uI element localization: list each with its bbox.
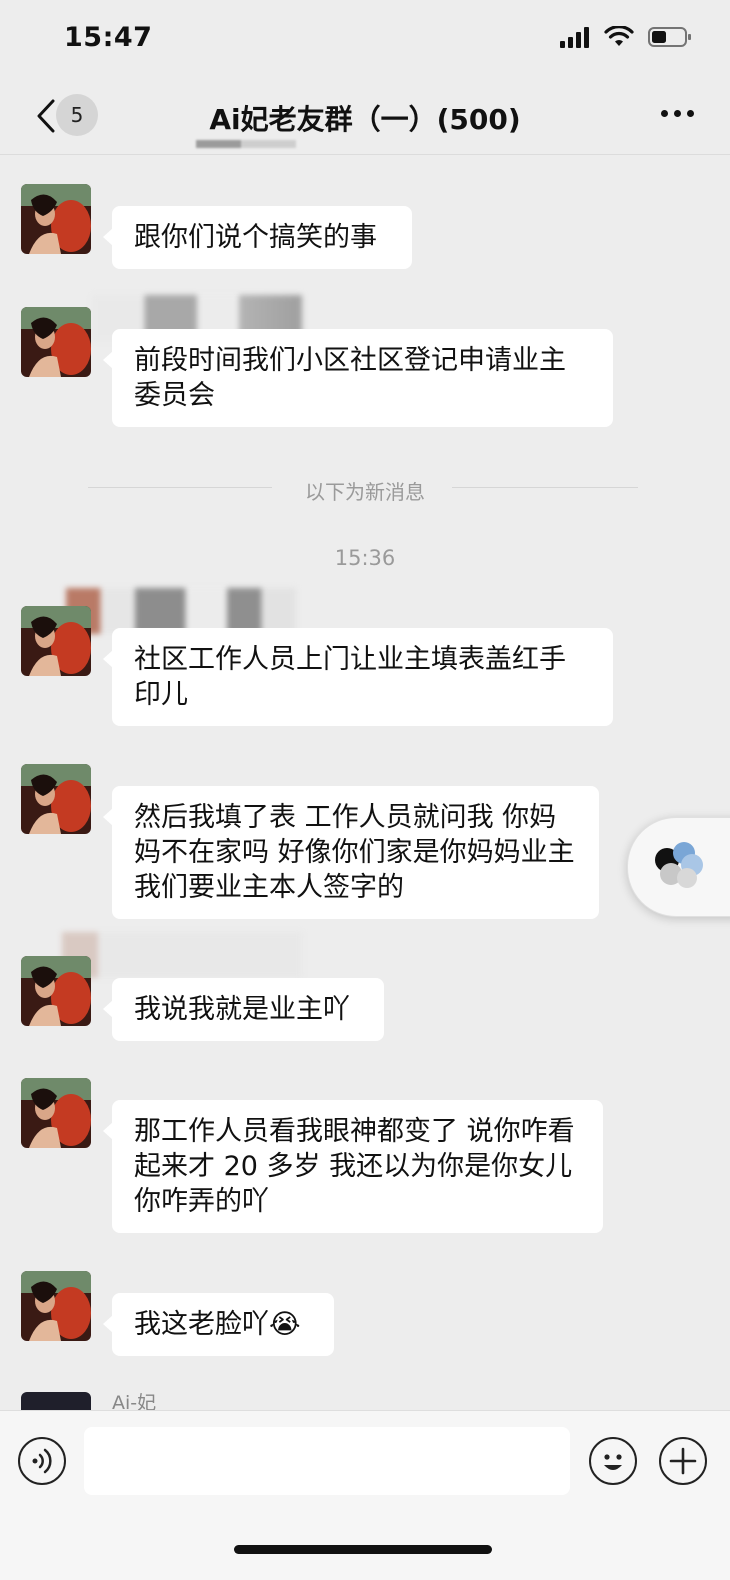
avatar-image [21, 1271, 91, 1341]
battery-icon [648, 27, 691, 47]
wifi-icon [604, 26, 634, 46]
chat-header: 5 Ai妃老友群（一）(500) [0, 80, 730, 155]
smiley-icon [604, 1454, 622, 1470]
more-dot [687, 110, 694, 117]
message-timestamp: 15:36 [334, 546, 396, 570]
sender-avatar[interactable] [21, 307, 91, 377]
message-bubble[interactable]: 跟你们说个搞笑的事 [103, 206, 412, 269]
message-input-bar [0, 1410, 730, 1580]
status-icons [560, 26, 692, 48]
message-text: 那工作人员看我眼神都变了 说你咋看起来才 20 多岁 我还以为你是你女儿 你咋弄… [134, 1116, 575, 1217]
sender-avatar[interactable] [21, 956, 91, 1026]
sender-avatar[interactable] [21, 764, 91, 834]
status-bar: 15:47 [0, 0, 730, 80]
more-dot [661, 110, 668, 117]
crying-emoji-icon: 😭 [269, 1309, 301, 1340]
sender-avatar[interactable] [21, 1078, 91, 1148]
home-indicator [234, 1545, 492, 1554]
avatar-image [21, 956, 91, 1026]
message-bubble[interactable]: 我说我就是业主吖 [103, 978, 384, 1041]
message-text: 前段时间我们小区社区登记申请业主委员会 [134, 345, 566, 411]
redacted-mark [196, 140, 296, 148]
avatar-image [21, 606, 91, 676]
message-text: 我这老脸吖 [134, 1309, 269, 1340]
chat-title[interactable]: Ai妃老友群（一）(500) [0, 98, 730, 138]
sender-avatar[interactable] [21, 184, 91, 254]
more-actions-button[interactable] [659, 1437, 707, 1485]
sender-avatar[interactable] [21, 606, 91, 676]
status-time: 15:47 [64, 22, 153, 53]
voice-input-button[interactable] [18, 1437, 66, 1485]
more-dot [674, 110, 681, 117]
message-bubble[interactable]: 社区工作人员上门让业主填表盖红手印儿 [103, 628, 613, 726]
message-bubble[interactable]: 我这老脸吖😭 [103, 1293, 334, 1356]
message-bubble[interactable]: 然后我填了表 工作人员就问我 你妈妈不在家吗 好像你们家是你妈妈业主 我们要业主… [103, 786, 599, 919]
sender-avatar[interactable] [21, 1392, 91, 1412]
avatar-image [21, 764, 91, 834]
voice-icon [32, 1448, 52, 1474]
message-text: 然后我填了表 工作人员就问我 你妈妈不在家吗 好像你们家是你妈妈业主 我们要业主… [134, 802, 575, 903]
emoji-button[interactable] [589, 1437, 637, 1485]
message-bubble[interactable]: 那工作人员看我眼神都变了 说你咋看起来才 20 多岁 我还以为你是你女儿 你咋弄… [103, 1100, 603, 1233]
signal-icon [560, 27, 589, 48]
plus-icon [669, 1447, 697, 1475]
avatar-image [21, 1078, 91, 1148]
avatar-image [21, 307, 91, 377]
message-text: 跟你们说个搞笑的事 [134, 222, 377, 253]
message-input[interactable] [84, 1427, 570, 1495]
sender-avatar[interactable] [21, 1271, 91, 1341]
avatar-image [21, 184, 91, 254]
floating-widget-button[interactable] [627, 817, 730, 917]
more-button[interactable] [661, 110, 694, 117]
message-bubble[interactable]: 前段时间我们小区社区登记申请业主委员会 [103, 329, 613, 427]
floating-widget-icon [655, 842, 703, 888]
redacted-sender-name [62, 932, 302, 978]
new-messages-label: 以下为新消息 [305, 480, 425, 504]
message-text: 社区工作人员上门让业主填表盖红手印儿 [134, 644, 566, 710]
message-text: 我说我就是业主吖 [134, 994, 350, 1025]
